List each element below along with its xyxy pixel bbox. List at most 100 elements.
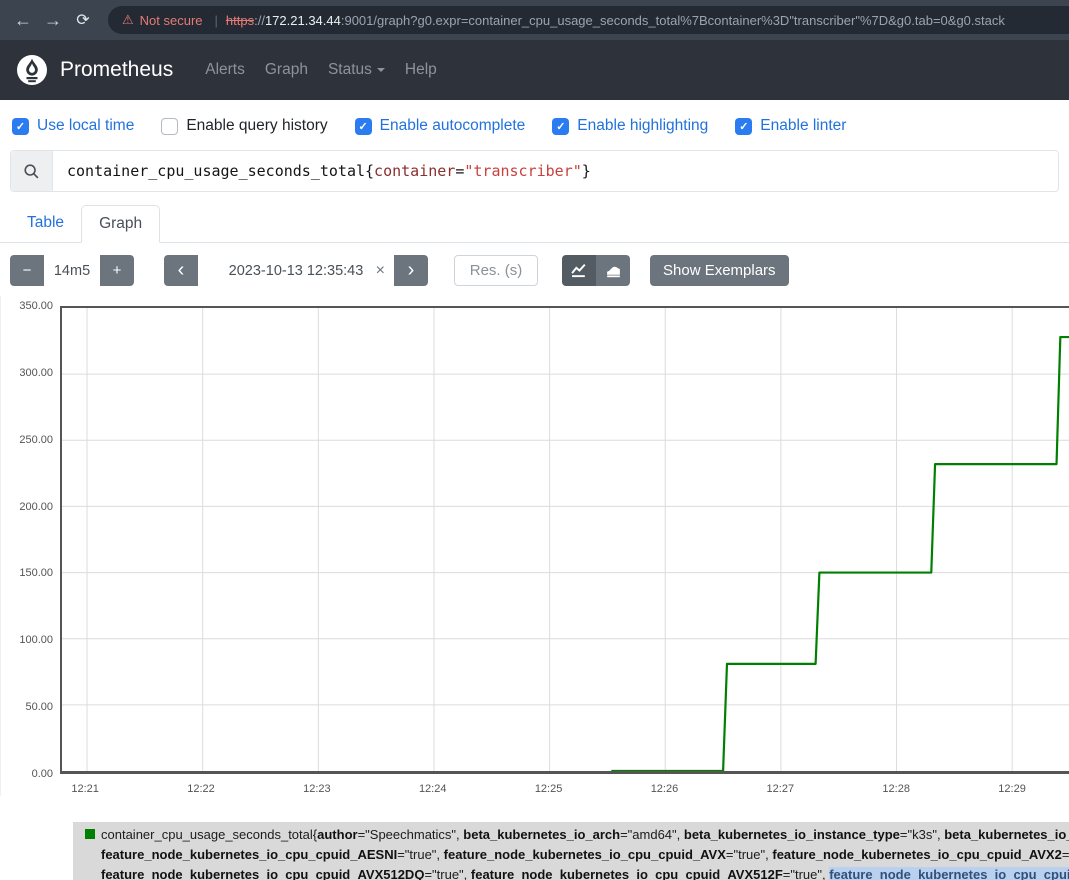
promql-token-punct: =: [455, 162, 464, 180]
tab-graph[interactable]: Graph: [81, 205, 160, 243]
line-chart-button[interactable]: [562, 255, 596, 286]
checkbox-checked-icon[interactable]: ✓: [12, 118, 29, 135]
option-enable-autocomplete[interactable]: ✓ Enable autocomplete: [355, 117, 526, 135]
y-axis-tick-label: 200.00: [1, 501, 53, 513]
legend-line[interactable]: feature_node_kubernetes_io_cpu_cpuid_AES…: [85, 845, 1069, 865]
legend-label-value: ="true",: [726, 847, 772, 862]
promql-token-label: container: [374, 162, 455, 180]
url-scheme-separator: ://: [254, 13, 265, 28]
datetime-value: 2023-10-13 12:35:43: [229, 263, 364, 279]
legend-label-key: beta_kubernetes_io_arch: [463, 827, 620, 842]
prometheus-logo-icon: [16, 54, 48, 86]
option-enable-highlighting[interactable]: ✓ Enable highlighting: [552, 117, 708, 135]
chart-canvas: [62, 308, 1069, 771]
legend-label-value: container_cpu_usage_seconds_total{: [101, 827, 317, 842]
promql-token-punct: }: [582, 162, 591, 180]
time-forward-button[interactable]: ›: [394, 255, 428, 286]
time-back-button[interactable]: ‹: [164, 255, 198, 286]
url-separator: |: [215, 13, 218, 28]
search-icon: [23, 163, 40, 180]
browser-toolbar: ← → ⟳ ⚠ Not secure | https :// 172.21.34…: [0, 0, 1069, 40]
checkbox-checked-icon[interactable]: ✓: [552, 118, 569, 135]
url-host: 172.21.34.44: [265, 13, 341, 28]
legend-label-key: author: [317, 827, 357, 842]
url-path: :9001/graph?g0.expr=container_cpu_usage_…: [341, 13, 1005, 28]
legend-label-key: feature_node_kubernetes_io_cpu_cpuid_AVX…: [471, 867, 783, 880]
range-input[interactable]: 14m5: [44, 255, 100, 286]
nav-link-help[interactable]: Help: [395, 61, 447, 79]
show-exemplars-button[interactable]: Show Exemplars: [650, 255, 789, 286]
range-increase-button[interactable]: +: [100, 255, 134, 286]
browser-forward-button[interactable]: →: [38, 5, 68, 35]
checkbox-checked-icon[interactable]: ✓: [735, 118, 752, 135]
search-addon: [11, 151, 53, 191]
x-axis-tick-label: 12:28: [874, 783, 918, 795]
option-enable-query-history[interactable]: Enable query history: [161, 117, 327, 135]
option-use-local-time[interactable]: ✓Use local time: [12, 117, 134, 135]
query-input-group: container_cpu_usage_seconds_total{contai…: [10, 150, 1059, 192]
caret-down-icon: [377, 68, 385, 72]
checkbox-unchecked-icon[interactable]: [161, 118, 178, 135]
legend-line[interactable]: feature_node_kubernetes_io_cpu_cpuid_AVX…: [85, 865, 1069, 880]
y-axis-tick-label: 0.00: [1, 768, 53, 780]
address-bar[interactable]: ⚠ Not secure | https :// 172.21.34.44 :9…: [108, 6, 1069, 34]
x-axis-tick-label: 12:25: [527, 783, 571, 795]
range-decrease-button[interactable]: −: [10, 255, 44, 286]
legend-label-key: feature_node_kubernetes_io_cpu_cpuid_AVX: [444, 847, 726, 862]
x-axis-tick-label: 12:23: [295, 783, 339, 795]
legend-label-value: ="true",: [783, 867, 829, 880]
promql-token-metric: container_cpu_usage_seconds_total: [67, 162, 365, 180]
chevron-right-icon: ›: [408, 260, 415, 282]
resolution-input[interactable]: Res. (s): [454, 255, 538, 286]
browser-reload-button[interactable]: ⟳: [68, 5, 98, 35]
chart-plot-area[interactable]: [60, 306, 1069, 774]
checkbox-checked-icon[interactable]: ✓: [355, 118, 372, 135]
series-line: [611, 337, 1069, 771]
x-axis-tick-label: 12:21: [63, 783, 107, 795]
y-axis-tick-label: 150.00: [1, 567, 53, 579]
legend-label-key: feature_node_kubernetes_io_cpu_cpuid_AES…: [101, 847, 397, 862]
y-axis-tick-label: 100.00: [1, 634, 53, 646]
graph-controls: − 14m5 + ‹ 2023-10-13 12:35:43 × › Res. …: [0, 243, 1069, 296]
nav-link-status[interactable]: Status: [318, 61, 395, 79]
legend-label-value: ="true",: [1062, 847, 1069, 862]
option-label: Enable highlighting: [577, 117, 708, 135]
promql-expression-input[interactable]: container_cpu_usage_seconds_total{contai…: [53, 151, 1058, 191]
promql-token-string: "transcriber": [464, 162, 581, 180]
option-enable-linter[interactable]: ✓ Enable linter: [735, 117, 846, 135]
nav-link-graph[interactable]: Graph: [255, 61, 318, 79]
option-label: Enable query history: [186, 117, 327, 135]
legend-label-value: ="Speechmatics",: [358, 827, 464, 842]
x-axis-tick-label: 12:27: [758, 783, 802, 795]
navbar-links: AlertsGraphStatusHelp: [195, 61, 447, 79]
legend-label-key: feature_node_kubernetes_io_cpu_cpuid_AVX…: [772, 847, 1061, 862]
url-scheme: https: [226, 13, 254, 28]
prometheus-navbar: Prometheus AlertsGraphStatusHelp: [0, 40, 1069, 100]
legend-swatch-icon: [85, 829, 95, 839]
query-options-row: ✓Use local time Enable query history ✓ Enab…: [0, 100, 1069, 150]
option-label: Enable linter: [760, 117, 846, 135]
stacked-chart-icon: [605, 263, 622, 278]
series-legend[interactable]: container_cpu_usage_seconds_total{author…: [73, 822, 1069, 880]
legend-label-key: feature_node_kubernetes_io_cpu_cpuid_AVX…: [829, 867, 1069, 880]
x-axis-tick-label: 12:26: [642, 783, 686, 795]
not-secure-label[interactable]: Not secure: [140, 13, 203, 28]
legend-label-value: ="true",: [397, 847, 443, 862]
y-axis-tick-label: 300.00: [1, 367, 53, 379]
legend-line[interactable]: container_cpu_usage_seconds_total{author…: [85, 825, 1069, 845]
brand-prometheus[interactable]: Prometheus: [60, 58, 173, 82]
datetime-input[interactable]: 2023-10-13 12:35:43 ×: [198, 255, 394, 286]
clear-time-icon[interactable]: ×: [376, 262, 385, 280]
nav-link-alerts[interactable]: Alerts: [195, 61, 255, 79]
time-picker: ‹ 2023-10-13 12:35:43 × ›: [164, 255, 428, 286]
x-axis-tick-label: 12:29: [990, 783, 1034, 795]
browser-back-button[interactable]: ←: [8, 5, 38, 35]
stacked-chart-button[interactable]: [596, 255, 630, 286]
not-secure-warning-icon: ⚠: [122, 12, 134, 28]
y-axis-tick-label: 50.00: [1, 701, 53, 713]
promql-token-punct: {: [365, 162, 374, 180]
option-label: Enable autocomplete: [380, 117, 526, 135]
tab-table[interactable]: Table: [10, 205, 81, 242]
legend-label-value: ="k3s",: [900, 827, 944, 842]
x-axis-tick-label: 12:24: [411, 783, 455, 795]
